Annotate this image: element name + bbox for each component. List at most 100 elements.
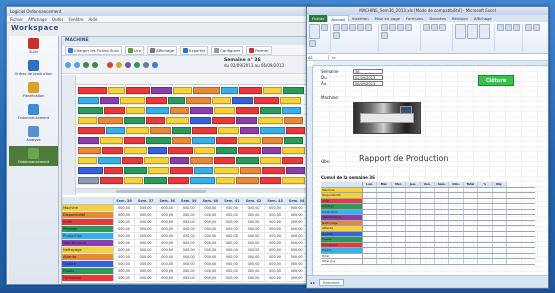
next-icon[interactable] [92,61,98,68]
gantt-task-bar[interactable] [78,127,105,134]
gantt-task-bar[interactable] [262,167,285,174]
table-cell[interactable] [493,215,507,220]
gantt-task-bar[interactable] [240,127,259,134]
table-cell[interactable] [464,231,479,236]
worksheet[interactable]: Semaine 36 Du 02/09/2013 Au 06/09/2013 Machin… [307,61,548,277]
merge-icon[interactable] [381,32,388,39]
toolbar-button[interactable]: Exporter [179,45,209,55]
table-cell[interactable] [464,237,479,242]
table-cell[interactable] [392,231,407,236]
gantt-task-bar[interactable] [214,107,235,114]
gantt-task-bar[interactable] [260,127,285,134]
table-cell[interactable] [435,187,450,192]
previous-icon[interactable] [83,61,89,68]
gantt-task-bar[interactable] [170,107,189,114]
gantt-task-bar[interactable] [151,87,172,94]
gantt-task-bar[interactable] [126,87,150,94]
table-cell[interactable] [493,237,507,242]
gantt-task-bar[interactable] [282,147,305,154]
gantt-task-bar[interactable] [238,137,261,144]
gantt-task-bar[interactable] [186,97,211,104]
gantt-task-bar[interactable] [212,97,231,104]
table-cell[interactable] [449,237,464,242]
color-a-icon[interactable] [107,61,113,68]
gantt-task-bar[interactable] [146,137,171,144]
table-cell[interactable] [435,215,450,220]
table-cell[interactable] [478,231,493,236]
gantt-task-bar[interactable] [192,127,217,134]
table-cell[interactable] [435,209,450,214]
table-cell[interactable] [464,242,479,247]
gantt-task-bar[interactable] [104,167,123,174]
gantt-task-bar[interactable] [78,97,99,104]
gantt-task-bar[interactable] [78,157,97,164]
gantt-task-bar[interactable] [216,147,237,154]
table-cell[interactable] [449,253,464,258]
table-cell[interactable] [406,259,421,264]
table-cell[interactable] [363,215,378,220]
table-cell[interactable] [377,193,392,198]
gantt-task-bar[interactable] [100,97,119,104]
gantt-task-bar[interactable] [284,117,303,124]
gantt-task-bar[interactable] [78,107,103,114]
gantt-task-bar[interactable] [144,177,167,184]
table-cell[interactable] [493,231,507,236]
table-cell[interactable] [478,193,493,198]
table-cell[interactable] [464,193,479,198]
gantt-task-bar[interactable] [120,97,145,104]
table-row[interactable]: Disponibilité 000,00 000,00 000,00 000,00 000… [62,212,308,219]
gantt-task-bar[interactable] [100,137,123,144]
gantt-task-bar[interactable] [106,127,125,134]
gantt-task-bar[interactable] [232,97,253,104]
table-row[interactable]: Nettoyage 000,00 000,00 000,00 000,00 000,00 0… [62,247,308,254]
delete-icon[interactable] [505,24,512,31]
table-cell[interactable] [449,187,464,192]
gantt-task-bar[interactable] [148,167,169,174]
table-cell[interactable] [363,237,378,242]
table-cell[interactable] [449,248,464,253]
gantt-task-bar[interactable] [190,177,215,184]
gantt-task-bar[interactable] [192,137,215,144]
table-cell[interactable] [478,220,493,225]
table-cell[interactable] [392,215,407,220]
table-cell[interactable] [493,259,507,264]
gantt-task-bar[interactable] [238,147,261,154]
table-cell[interactable] [435,259,450,264]
ribbon-tab[interactable]: Accueil [327,15,349,22]
gantt-task-bar[interactable] [262,147,281,154]
table-cell[interactable] [406,248,421,253]
gantt-task-bar[interactable] [280,97,301,104]
table-cell[interactable] [493,193,507,198]
table-cell[interactable] [363,253,378,258]
table-cell[interactable] [478,215,493,220]
ribbon-tab[interactable]: Formules [403,15,426,22]
table-cell[interactable] [421,231,435,236]
sidebar-item[interactable]: Ordonnancement [9,146,58,166]
table-cell[interactable] [377,209,392,214]
table-cell[interactable] [449,209,464,214]
gantt-task-bar[interactable] [284,137,303,144]
gantt-task-bar[interactable] [98,157,121,164]
ribbon-tab[interactable]: Révision [449,15,471,22]
gantt-task-bar[interactable] [260,157,281,164]
table-cell[interactable] [493,198,507,203]
gantt-task-bar[interactable] [98,117,123,124]
table-cell[interactable] [435,193,450,198]
gantt-task-bar[interactable] [216,177,235,184]
table-cell[interactable] [435,204,450,209]
table-cell[interactable] [421,220,435,225]
gantt-task-bar[interactable] [78,167,103,174]
gantt-task-bar[interactable] [212,117,235,124]
table-cell[interactable] [363,220,378,225]
gantt-task-bar[interactable] [283,87,304,94]
toolbar-button[interactable]: Configurer [211,45,244,55]
table-cell[interactable] [464,204,479,209]
gantt-task-bar[interactable] [124,117,145,124]
gantt-task-bar[interactable] [190,107,213,114]
table-cell[interactable] [392,248,407,253]
gantt-task-bar[interactable] [282,107,301,114]
menu-item[interactable]: Fichier [10,17,23,22]
gantt-task-bar[interactable] [146,107,169,114]
gantt-task-bar[interactable] [254,97,279,104]
table-cell[interactable] [421,187,435,192]
